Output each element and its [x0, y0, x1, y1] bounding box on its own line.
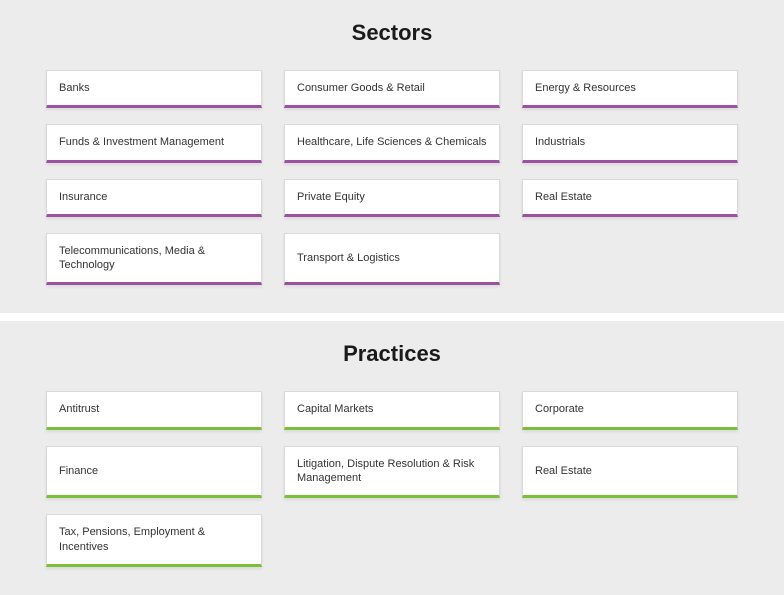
practice-card[interactable]: Antitrust: [46, 391, 262, 429]
sector-card[interactable]: Transport & Logistics: [284, 233, 500, 286]
practice-card[interactable]: Finance: [46, 446, 262, 499]
practice-label: Litigation, Dispute Resolution & Risk Ma…: [297, 457, 487, 486]
practices-grid: Antitrust Capital Markets Corporate Fina…: [0, 391, 784, 566]
sectors-section: Sectors Banks Consumer Goods & Retail En…: [0, 0, 784, 313]
sector-card[interactable]: Private Equity: [284, 179, 500, 217]
sector-card[interactable]: Consumer Goods & Retail: [284, 70, 500, 108]
sector-card[interactable]: Real Estate: [522, 179, 738, 217]
practice-label: Real Estate: [535, 464, 592, 478]
sector-label: Insurance: [59, 190, 107, 204]
sector-label: Real Estate: [535, 190, 592, 204]
practice-card[interactable]: Real Estate: [522, 446, 738, 499]
sector-label: Banks: [59, 81, 90, 95]
sectors-grid: Banks Consumer Goods & Retail Energy & R…: [0, 70, 784, 285]
sector-card[interactable]: Telecommunications, Media & Technology: [46, 233, 262, 286]
sector-label: Private Equity: [297, 190, 365, 204]
sector-card[interactable]: Industrials: [522, 124, 738, 162]
practice-card[interactable]: Tax, Pensions, Employment & Incentives: [46, 514, 262, 567]
sector-label: Consumer Goods & Retail: [297, 81, 425, 95]
practice-card[interactable]: Corporate: [522, 391, 738, 429]
practice-card[interactable]: Litigation, Dispute Resolution & Risk Ma…: [284, 446, 500, 499]
practice-label: Capital Markets: [297, 402, 373, 416]
sector-label: Telecommunications, Media & Technology: [59, 244, 249, 273]
sector-card[interactable]: Healthcare, Life Sciences & Chemicals: [284, 124, 500, 162]
sector-label: Funds & Investment Management: [59, 135, 224, 149]
practice-label: Corporate: [535, 402, 584, 416]
sector-card[interactable]: Insurance: [46, 179, 262, 217]
sector-label: Transport & Logistics: [297, 251, 400, 265]
practice-label: Finance: [59, 464, 98, 478]
practices-heading: Practices: [0, 341, 784, 367]
practice-label: Tax, Pensions, Employment & Incentives: [59, 525, 249, 554]
practices-section: Practices Antitrust Capital Markets Corp…: [0, 321, 784, 594]
sector-card[interactable]: Banks: [46, 70, 262, 108]
sector-label: Healthcare, Life Sciences & Chemicals: [297, 135, 487, 149]
sectors-heading: Sectors: [0, 20, 784, 46]
practice-card[interactable]: Capital Markets: [284, 391, 500, 429]
sector-label: Energy & Resources: [535, 81, 636, 95]
sector-label: Industrials: [535, 135, 585, 149]
sector-card[interactable]: Energy & Resources: [522, 70, 738, 108]
practice-label: Antitrust: [59, 402, 99, 416]
sector-card[interactable]: Funds & Investment Management: [46, 124, 262, 162]
